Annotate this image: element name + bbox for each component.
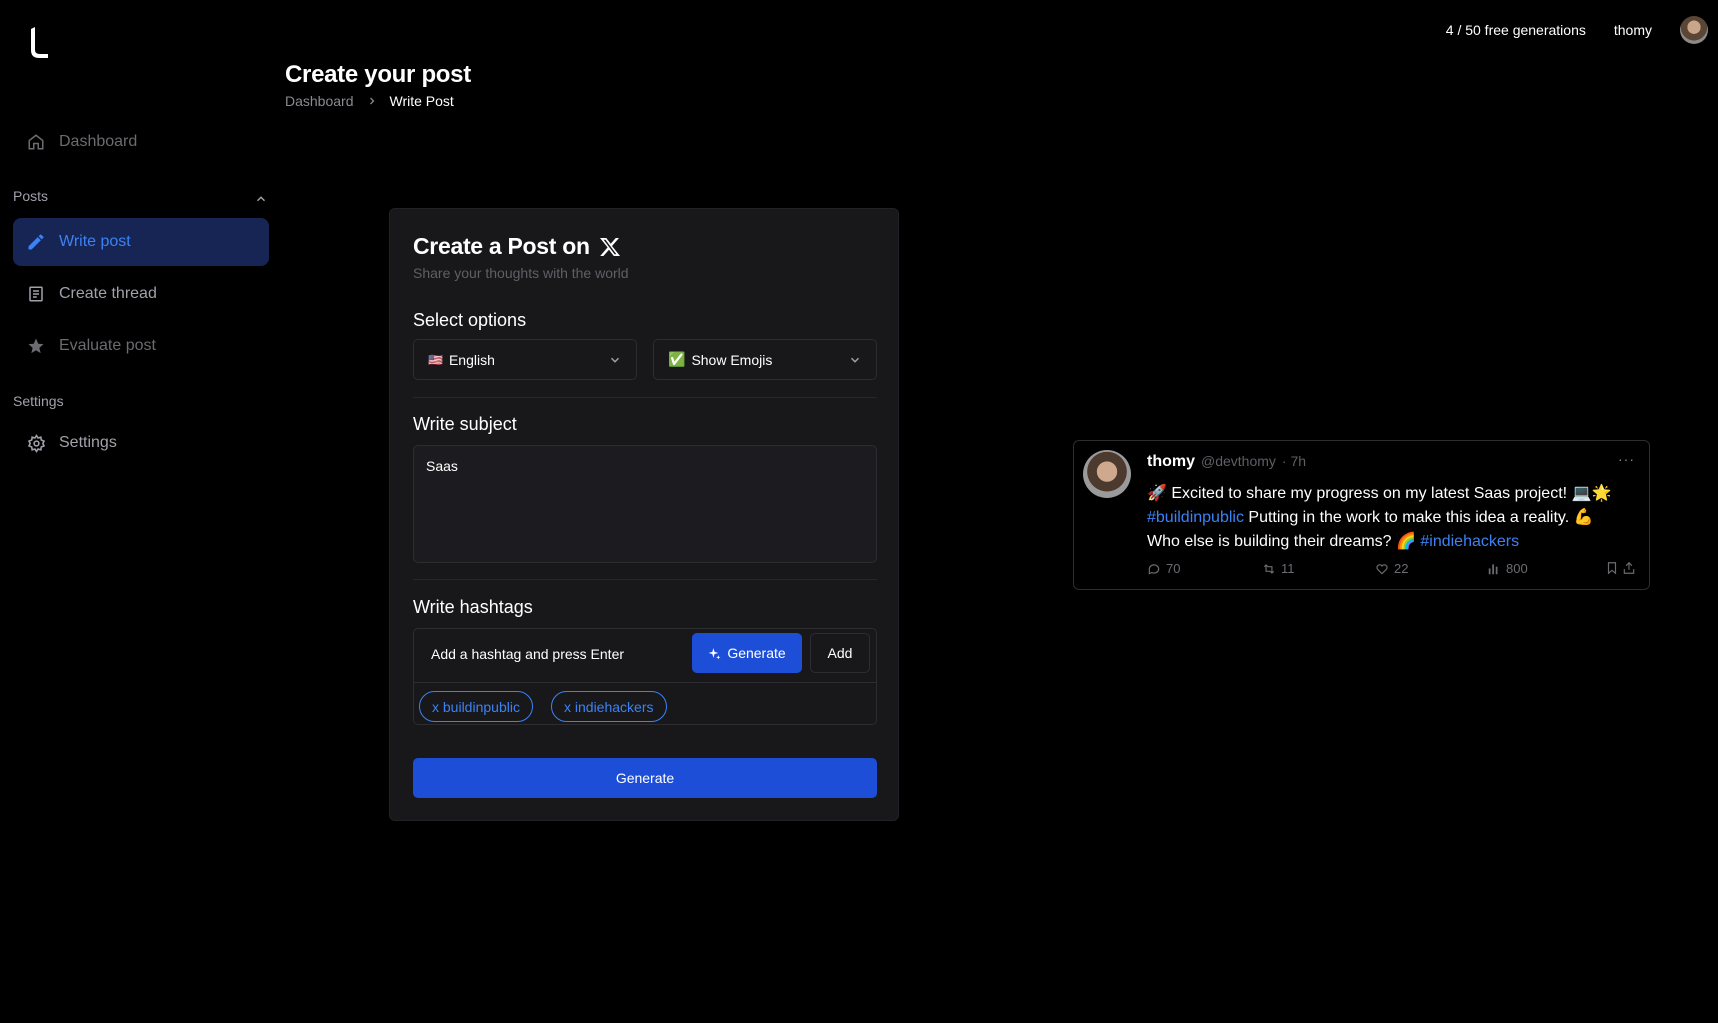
subject-textarea[interactable]: Saas <box>413 445 877 563</box>
tweet-handle: @devthomy <box>1201 453 1276 469</box>
share-action[interactable] <box>1622 561 1636 575</box>
more-icon[interactable]: ··· <box>1618 451 1635 467</box>
hashtags-heading: Write hashtags <box>413 597 533 617</box>
views-action[interactable]: 800 <box>1487 561 1528 576</box>
tweet-hashtag[interactable]: #indiehackers <box>1420 533 1519 550</box>
hashtag-box: Add a hashtag and press Enter Generate A… <box>413 628 877 725</box>
us-flag-icon: 🇺🇸 <box>428 352 443 367</box>
options-heading: Select options <box>413 310 527 330</box>
breadcrumb: Dashboard Write Post <box>285 93 454 109</box>
subject-heading: Write subject <box>413 414 517 434</box>
username[interactable]: thomy <box>1614 22 1652 38</box>
card-subtitle: Share your thoughts with the world <box>413 265 629 281</box>
breadcrumb-current: Write Post <box>389 93 454 109</box>
avatar[interactable] <box>1680 16 1708 44</box>
topbar: 4 / 50 free generations thomy <box>1446 16 1708 44</box>
sidebar-item-label: Evaluate post <box>59 337 156 354</box>
star-icon <box>26 336 46 356</box>
usage-counter: 4 / 50 free generations <box>1445 22 1586 38</box>
generate-label: Generate <box>727 645 786 661</box>
chevron-down-icon <box>850 357 860 363</box>
hashtag-input[interactable]: Add a hashtag and press Enter <box>431 646 624 662</box>
card-title: Create a Post on <box>413 233 622 260</box>
comment-icon <box>1148 563 1160 575</box>
heart-icon <box>1376 563 1388 574</box>
tweet-text: Putting in the work to make this idea a … <box>1243 509 1594 526</box>
emojis-select[interactable]: ✅ Show Emojis <box>653 339 877 380</box>
settings-section-label: Settings <box>13 393 64 409</box>
view-count: 800 <box>1506 561 1528 576</box>
tweet-text: Who else is building their dreams? 🌈 <box>1147 533 1421 550</box>
like-count: 22 <box>1394 561 1409 576</box>
retweet-count: 11 <box>1281 561 1295 576</box>
emojis-value: Show Emojis <box>691 351 773 368</box>
chevron-up-icon[interactable] <box>254 192 268 206</box>
hashtag-chip-buildinpublic[interactable]: x buildinpublic <box>419 691 533 722</box>
x-logo-icon <box>599 237 620 256</box>
add-hashtag-button[interactable]: Add <box>810 633 870 673</box>
pencil-icon <box>26 232 46 252</box>
divider <box>413 579 877 580</box>
home-icon <box>26 132 46 152</box>
breadcrumb-dashboard-link[interactable]: Dashboard <box>285 93 354 109</box>
generate-post-button[interactable]: Generate <box>413 758 877 798</box>
sidebar-item-dashboard[interactable]: Dashboard <box>13 118 269 166</box>
sidebar-item-label: Write post <box>59 233 131 250</box>
hashtag-chip-indiehackers[interactable]: x indiehackers <box>551 691 667 722</box>
divider <box>413 397 877 398</box>
sidebar-item-label: Create thread <box>59 285 157 302</box>
tweet-text: 🚀 Excited to share my progress on my lat… <box>1147 485 1612 502</box>
share-icon <box>1623 561 1635 574</box>
avatar <box>1083 450 1131 498</box>
sidebar-item-create-thread[interactable]: Create thread <box>13 270 269 318</box>
gear-icon <box>26 433 46 453</box>
sidebar-item-write-post[interactable]: Write post <box>13 218 269 266</box>
tweet-body: 🚀 Excited to share my progress on my lat… <box>1147 482 1637 554</box>
tweet-header: thomy @devthomy · 7h <box>1147 453 1306 471</box>
language-select[interactable]: 🇺🇸 English <box>413 339 637 380</box>
reply-count: 70 <box>1166 561 1181 576</box>
create-post-card: Create a Post on Share your thoughts wit… <box>389 208 899 821</box>
chart-icon <box>1488 563 1498 574</box>
sidebar-item-evaluate-post[interactable]: Evaluate post <box>13 322 269 370</box>
sparkles-icon <box>708 647 721 659</box>
tweet-time: · 7h <box>1281 453 1307 469</box>
sidebar-item-label: Dashboard <box>59 133 138 150</box>
language-value: English <box>448 351 495 368</box>
tweet-hashtag[interactable]: #buildinpublic <box>1147 509 1244 526</box>
sidebar-item-label: Settings <box>59 434 117 451</box>
sidebar-item-settings[interactable]: Settings <box>13 419 269 467</box>
checkmark-icon: ✅ <box>668 351 686 367</box>
card-title-text: Create a Post on <box>413 233 590 259</box>
reply-action[interactable]: 70 <box>1147 561 1180 576</box>
like-action[interactable]: 22 <box>1375 561 1408 576</box>
app-logo[interactable] <box>26 26 50 58</box>
chevron-down-icon <box>610 357 620 363</box>
bookmark-icon <box>1607 562 1617 575</box>
bookmark-action[interactable] <box>1605 561 1619 575</box>
chevron-right-icon <box>369 97 374 105</box>
generate-hashtags-button[interactable]: Generate <box>692 633 802 673</box>
tweet-author-name: thomy <box>1147 453 1195 470</box>
tweet-actions: 70 11 22 800 <box>1147 561 1637 577</box>
divider <box>414 682 876 683</box>
document-icon <box>26 284 46 304</box>
page-title: Create your post <box>285 61 471 88</box>
posts-section-label: Posts <box>13 188 49 204</box>
retweet-icon <box>1263 563 1275 574</box>
tweet-preview: thomy @devthomy · 7h ··· 🚀 Excited to sh… <box>1073 440 1650 590</box>
retweet-action[interactable]: 11 <box>1262 561 1295 576</box>
